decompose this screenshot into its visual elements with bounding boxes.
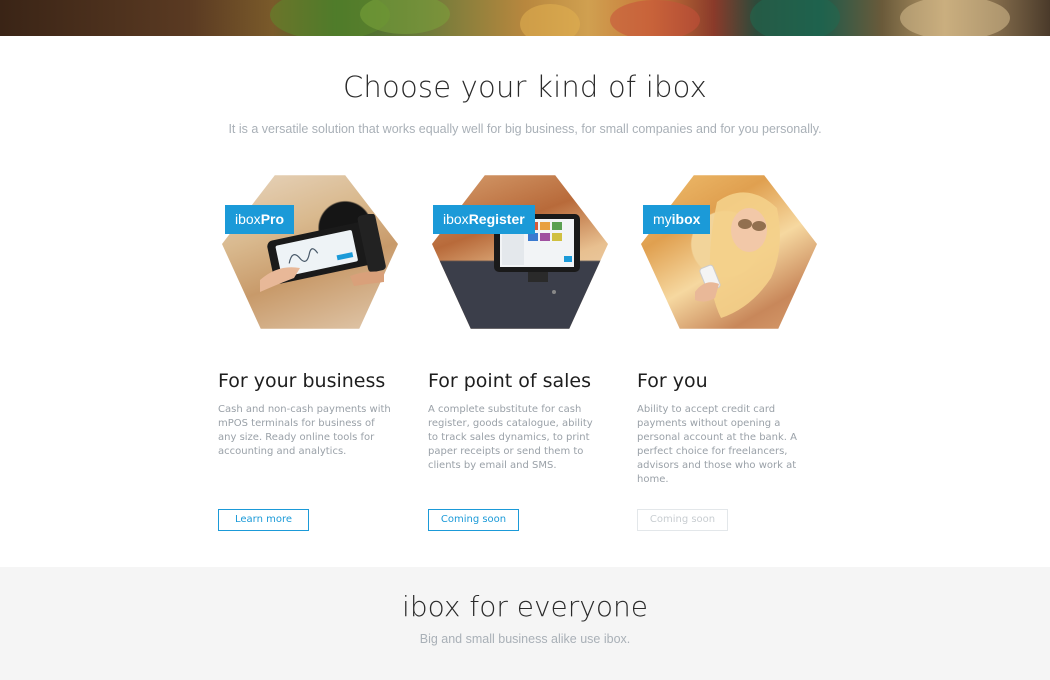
card-description: Ability to accept credit card payments w… — [637, 404, 797, 485]
choose-subtitle: It is a versatile solution that works eq… — [228, 122, 822, 136]
card-description: A complete substitute for cash register,… — [428, 404, 593, 471]
coming-soon-button-disabled[interactable]: Coming soon — [637, 509, 728, 531]
everyone-subtitle: Big and small business alike use ibox. — [419, 632, 631, 646]
ibox-pro-image — [222, 172, 398, 332]
everyone-section — [0, 567, 1050, 680]
card-ibox-pro: iboxPro For your business Cash and non-c… — [218, 172, 418, 542]
woman-with-phone-icon — [695, 192, 780, 318]
my-ibox-badge: myibox — [643, 205, 711, 234]
card-title: For your business — [218, 370, 386, 392]
card-description: Cash and non-cash payments with mPOS ter… — [218, 404, 391, 457]
learn-more-button[interactable]: Learn more — [218, 509, 309, 531]
card-ibox-register: iboxRegister For point of sales A comple… — [428, 172, 628, 542]
choose-title: Choose your kind of ibox — [342, 70, 707, 104]
hero-banner-image — [0, 0, 1050, 36]
ibox-register-badge: iboxRegister — [433, 205, 535, 234]
card-title: For you — [637, 370, 708, 392]
ibox-pro-badge: iboxPro — [225, 205, 295, 234]
coming-soon-button[interactable]: Coming soon — [428, 509, 519, 531]
card-my-ibox: myibox For you Ability to accept credit … — [637, 172, 837, 542]
card-title: For point of sales — [428, 370, 591, 392]
ibox-register-image — [432, 172, 608, 332]
everyone-title: ibox for everyone — [402, 590, 648, 623]
my-ibox-image — [641, 172, 817, 332]
